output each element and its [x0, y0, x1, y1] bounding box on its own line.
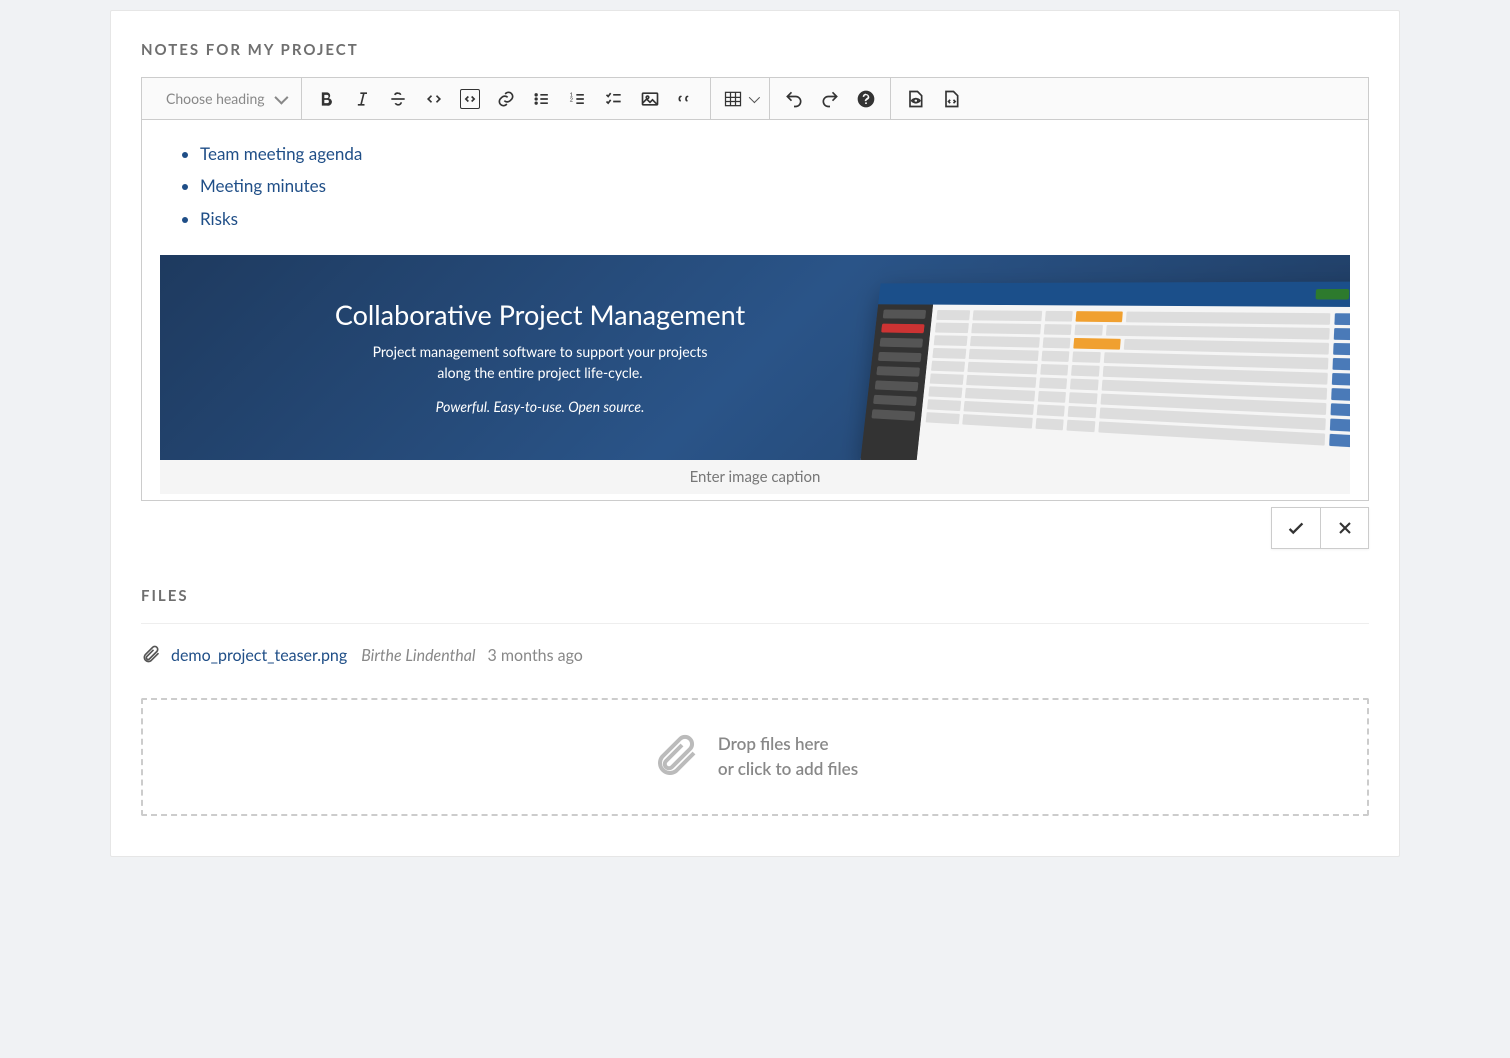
editor-actions — [141, 507, 1369, 549]
preview-button[interactable] — [897, 81, 933, 117]
bullet-list-button[interactable] — [524, 81, 560, 117]
dropzone-line2: or click to add files — [718, 757, 858, 782]
task-list-button[interactable] — [596, 81, 632, 117]
file-dropzone[interactable]: Drop files here or click to add files — [141, 698, 1369, 816]
list-item: Meeting minutes — [200, 170, 1350, 202]
file-timestamp: 3 months ago — [488, 646, 583, 665]
editor-toolbar: Choose heading — [142, 78, 1368, 120]
chevron-down-icon — [274, 90, 288, 104]
source-button[interactable] — [933, 81, 969, 117]
heading-dropdown[interactable]: Choose heading — [152, 78, 295, 119]
insert-table-button[interactable] — [717, 81, 763, 117]
file-row: demo_project_teaser.png Birthe Lindentha… — [141, 644, 1369, 668]
file-name-link[interactable]: demo_project_teaser.png — [171, 646, 347, 665]
italic-button[interactable] — [344, 81, 380, 117]
help-button[interactable] — [848, 81, 884, 117]
link-button[interactable] — [488, 81, 524, 117]
banner-headline: Collaborative Project Management — [280, 298, 800, 331]
project-notes-card: NOTES FOR MY PROJECT Choose heading — [110, 10, 1400, 857]
image-button[interactable] — [632, 81, 668, 117]
rich-text-editor: Choose heading — [141, 77, 1369, 501]
editor-content[interactable]: Team meeting agenda Meeting minutes Risk… — [142, 120, 1368, 500]
inline-code-button[interactable] — [416, 81, 452, 117]
attachment-icon — [652, 731, 700, 783]
chevron-down-icon — [748, 91, 759, 102]
code-block-button[interactable] — [452, 81, 488, 117]
notes-section-title: NOTES FOR MY PROJECT — [141, 41, 1369, 59]
divider — [141, 623, 1369, 624]
file-author: Birthe Lindenthal — [361, 646, 475, 665]
list-item: Team meeting agenda — [200, 138, 1350, 170]
attachment-icon — [141, 644, 161, 668]
numbered-list-button[interactable]: 12 — [560, 81, 596, 117]
app-screenshot-mock — [860, 281, 1350, 460]
banner-subline: Project management software to support y… — [360, 341, 720, 383]
confirm-button[interactable] — [1272, 508, 1320, 548]
note-link[interactable]: Meeting minutes — [200, 175, 326, 196]
image-caption-input[interactable]: Enter image caption — [160, 460, 1350, 494]
note-link[interactable]: Team meeting agenda — [200, 143, 362, 164]
list-item: Risks — [200, 203, 1350, 235]
cancel-button[interactable] — [1320, 508, 1368, 548]
strikethrough-button[interactable] — [380, 81, 416, 117]
files-section-title: FILES — [141, 587, 1369, 605]
teaser-banner-image: Collaborative Project Management Project… — [160, 255, 1350, 460]
files-section: FILES demo_project_teaser.png Birthe Lin… — [141, 587, 1369, 816]
redo-button[interactable] — [812, 81, 848, 117]
blockquote-button[interactable] — [668, 81, 704, 117]
dropzone-line1: Drop files here — [718, 732, 858, 757]
notes-bullet-list: Team meeting agenda Meeting minutes Risk… — [160, 138, 1350, 235]
heading-dropdown-label: Choose heading — [166, 90, 265, 107]
svg-text:2: 2 — [569, 96, 573, 103]
banner-tagline: Powerful. Easy-to-use. Open source. — [436, 398, 645, 415]
note-link[interactable]: Risks — [200, 208, 238, 229]
undo-button[interactable] — [776, 81, 812, 117]
dropzone-text: Drop files here or click to add files — [718, 732, 858, 781]
embedded-image-block[interactable]: Collaborative Project Management Project… — [160, 255, 1350, 494]
bold-button[interactable] — [308, 81, 344, 117]
